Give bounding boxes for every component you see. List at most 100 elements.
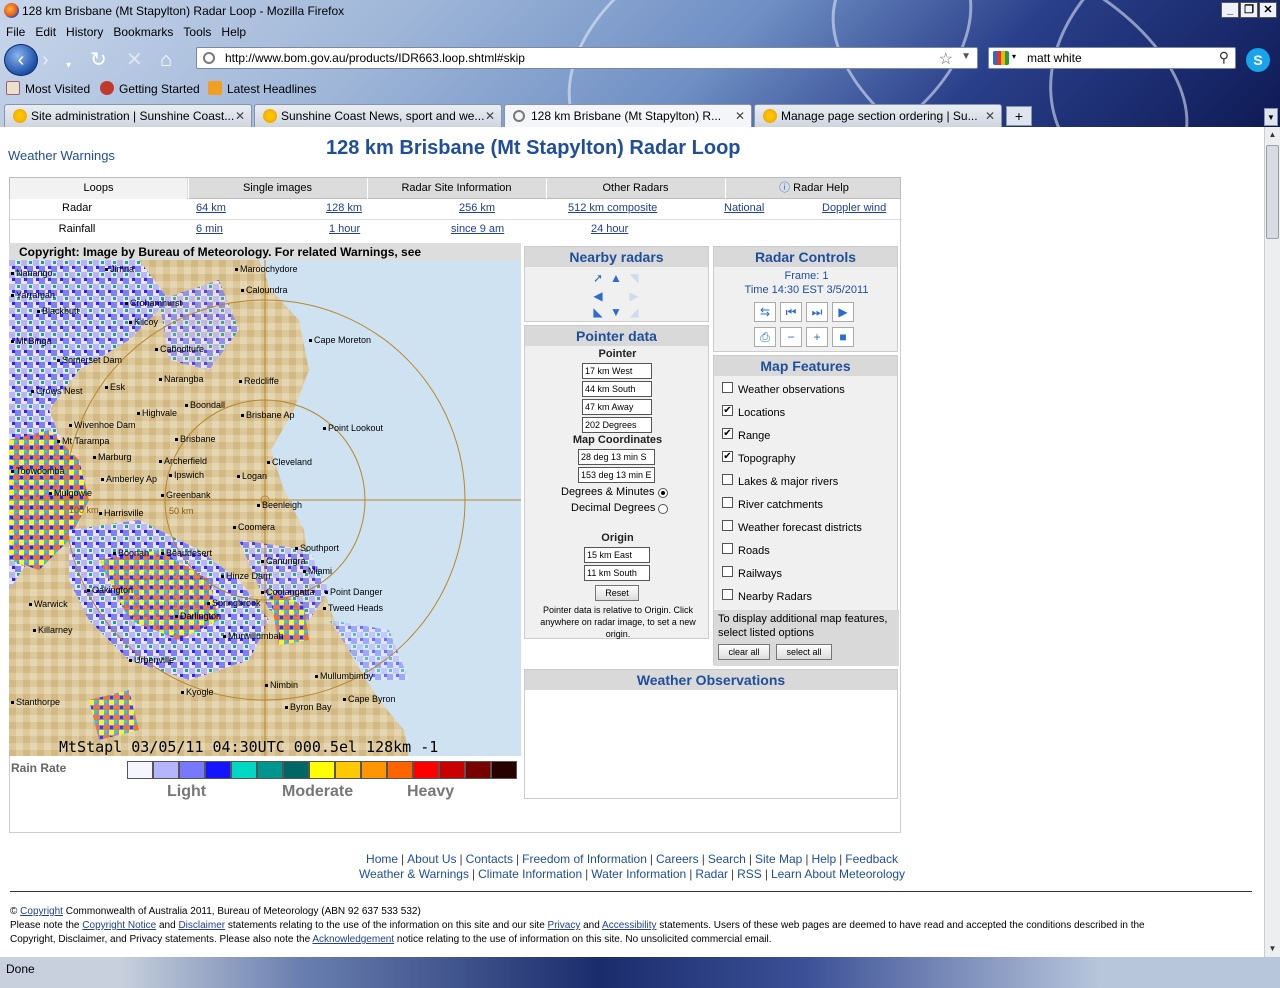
scroll-down-icon[interactable]: ▼ [1265, 941, 1280, 957]
menu-tools[interactable]: Tools [183, 23, 211, 41]
feature-row[interactable]: ✔ Locations [714, 403, 898, 423]
feature-row[interactable]: Roads [714, 541, 898, 561]
scroll-up-icon[interactable]: ▲ [1265, 127, 1280, 143]
faster-icon[interactable]: + [806, 327, 828, 347]
radar-southwest-arrow-icon[interactable]: ◣ [591, 305, 605, 319]
new-tab-button[interactable]: + [1006, 106, 1032, 126]
radar-north-arrow-icon[interactable]: ▲ [609, 271, 623, 285]
history-dropdown-icon[interactable]: ▾ [66, 56, 71, 76]
feature-checkbox[interactable] [722, 382, 733, 393]
close-tab-icon[interactable]: ✕ [985, 105, 995, 127]
bookmark-getting-started[interactable]: Getting Started [100, 81, 200, 96]
radar-image[interactable]: Nanango Jimna Maroochydore Caloundra Yar… [9, 260, 521, 756]
link-512km-composite[interactable]: 512 km composite [568, 202, 657, 214]
menu-history[interactable]: History [66, 23, 103, 41]
feature-row[interactable]: ✔ Topography [714, 449, 898, 469]
tab-radar-help[interactable]: ⓘ Radar Help [725, 178, 902, 199]
link-6min[interactable]: 6 min [196, 223, 223, 235]
feature-row[interactable]: Lakes & major rivers [714, 472, 898, 492]
close-tab-icon[interactable]: ✕ [735, 105, 745, 127]
feature-checkbox[interactable]: ✔ [722, 451, 733, 462]
slower-icon[interactable]: − [780, 327, 802, 347]
feature-row[interactable]: Railways [714, 564, 898, 584]
google-icon[interactable] [993, 51, 1009, 65]
tab-radar-loop[interactable]: 128 km Brisbane (Mt Stapylton) R... ✕ [504, 104, 752, 127]
bookmark-latest-headlines[interactable]: Latest Headlines [208, 81, 316, 96]
degrees-minutes-radio[interactable] [658, 488, 668, 498]
tab-other-radars[interactable]: Other Radars [546, 178, 724, 199]
radar-west-arrow-icon[interactable]: ◀ [591, 289, 605, 303]
feature-checkbox[interactable]: ✔ [722, 428, 733, 439]
feature-row[interactable]: ✔ Range [714, 426, 898, 446]
footer-link[interactable]: RSS [737, 867, 762, 881]
link-24hour[interactable]: 24 hour [591, 223, 628, 235]
link-doppler-wind[interactable]: Doppler wind [822, 202, 886, 214]
footer-link[interactable]: About Us [407, 852, 456, 866]
reload-icon[interactable]: ↻ [90, 50, 107, 70]
footer-link[interactable]: Water Information [591, 867, 686, 881]
step-forward-icon[interactable]: ⏭ [806, 302, 828, 322]
tab-loops[interactable]: Loops [10, 178, 187, 199]
skype-icon[interactable]: S [1246, 48, 1270, 72]
link-128km[interactable]: 128 km [326, 202, 362, 214]
feature-checkbox[interactable] [722, 497, 733, 508]
footer-link[interactable]: Contacts [466, 852, 513, 866]
search-input[interactable]: ▾ matt white ⚲ [988, 47, 1236, 69]
swap-icon[interactable]: ⇆ [754, 302, 776, 322]
bookmark-star-icon[interactable]: ☆ [939, 49, 953, 69]
feature-checkbox[interactable] [722, 520, 733, 531]
decimal-degrees-radio[interactable] [658, 504, 668, 514]
tab-sunshine-coast-news[interactable]: Sunshine Coast News, sport and we... ✕ [254, 104, 502, 127]
feature-checkbox[interactable] [722, 566, 733, 577]
footer-link[interactable]: Feedback [845, 852, 898, 866]
stop-icon[interactable]: ✕ [126, 50, 143, 70]
list-all-tabs-button[interactable]: ▼ [1264, 108, 1278, 126]
vertical-scrollbar[interactable]: ▲ ▼ [1264, 127, 1280, 957]
menu-bookmarks[interactable]: Bookmarks [113, 23, 173, 41]
forward-button[interactable]: › [42, 50, 49, 70]
radar-south-arrow-icon[interactable]: ▼ [609, 305, 623, 319]
select-all-button[interactable]: select all [776, 644, 832, 660]
link-national[interactable]: National [724, 202, 764, 214]
menu-file[interactable]: File [6, 23, 25, 41]
menu-edit[interactable]: Edit [35, 23, 56, 41]
weather-warnings-link[interactable]: Weather Warnings [8, 148, 115, 163]
print-icon[interactable]: ⎙ [754, 327, 776, 347]
link-1hour[interactable]: 1 hour [329, 223, 360, 235]
radar-northwest-arrow-icon[interactable]: ➚ [591, 271, 605, 285]
maximize-button[interactable]: ❐ [1240, 2, 1258, 18]
footer-link[interactable]: Home [366, 852, 398, 866]
footer-link[interactable]: Site Map [755, 852, 802, 866]
tab-radar-site-information[interactable]: Radar Site Information [367, 178, 545, 199]
address-bar[interactable]: http://www.bom.gov.au/products/IDR663.lo… [196, 47, 978, 69]
privacy-link[interactable]: Privacy [548, 920, 581, 931]
stop-icon[interactable]: ■ [832, 327, 854, 347]
minimize-button[interactable]: _ [1221, 2, 1239, 18]
accessibility-link[interactable]: Accessibility [602, 920, 656, 931]
feature-checkbox[interactable] [722, 543, 733, 554]
back-button[interactable]: ‹ [4, 44, 38, 76]
feature-row[interactable]: River catchments [714, 495, 898, 515]
disclaimer-link[interactable]: Disclaimer [178, 920, 225, 931]
footer-link[interactable]: Learn About Meteorology [771, 867, 905, 881]
footer-link[interactable]: Search [708, 852, 746, 866]
acknowledgement-link[interactable]: Acknowledgement [312, 934, 394, 945]
site-identity-icon[interactable] [203, 52, 215, 64]
footer-link[interactable]: Help [811, 852, 836, 866]
copyright-notice-link[interactable]: Copyright Notice [82, 920, 156, 931]
tab-single-images[interactable]: Single images [188, 178, 366, 199]
feature-checkbox[interactable] [722, 474, 733, 485]
feature-checkbox[interactable] [722, 589, 733, 600]
link-64km[interactable]: 64 km [196, 202, 226, 214]
feature-row[interactable]: Nearby Radars [714, 587, 898, 607]
home-icon[interactable]: ⌂ [160, 50, 172, 70]
bookmark-most-visited[interactable]: Most Visited [6, 81, 90, 96]
search-icon[interactable]: ⚲ [1219, 49, 1229, 66]
play-icon[interactable]: ▶ [832, 302, 854, 322]
menu-help[interactable]: Help [221, 23, 246, 41]
footer-link[interactable]: Climate Information [478, 867, 582, 881]
tab-site-administration[interactable]: Site administration | Sunshine Coast... ✕ [4, 104, 252, 127]
first-frame-icon[interactable]: ⏮ [780, 302, 802, 322]
feature-row[interactable]: Weather observations [714, 380, 898, 400]
url-dropdown-icon[interactable]: ▼ [961, 51, 971, 62]
